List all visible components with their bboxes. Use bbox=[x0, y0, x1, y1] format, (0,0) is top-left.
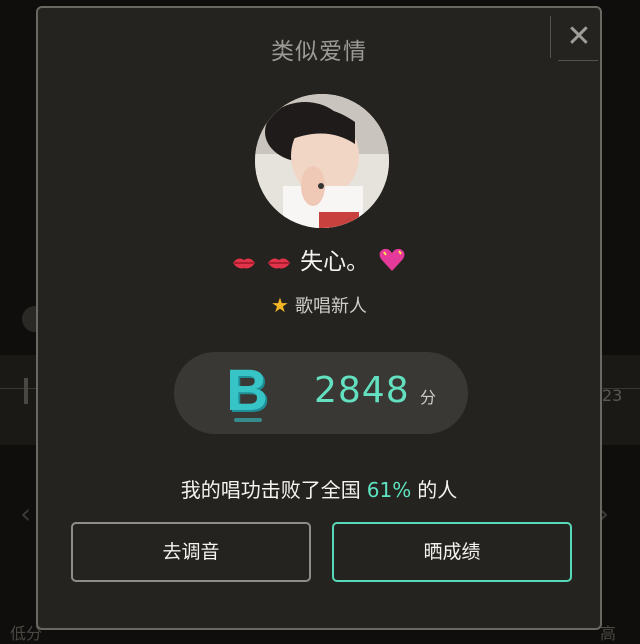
beat-result: 我的唱功击败了全国 61% 的人 bbox=[38, 474, 600, 503]
username-row: 失心。 bbox=[38, 242, 600, 279]
grade-badge: B B B bbox=[226, 358, 270, 425]
level-title: 歌唱新人 bbox=[294, 296, 367, 317]
svg-text:B: B bbox=[228, 360, 268, 423]
lips-icon bbox=[267, 250, 291, 276]
background-left-arrow-icon: ‹ bbox=[20, 497, 32, 530]
beat-percent: 61% bbox=[366, 478, 412, 502]
close-icon: ✕ bbox=[566, 19, 592, 54]
tune-button[interactable]: 去调音 bbox=[71, 522, 311, 582]
background-label-right: 高 bbox=[600, 624, 617, 643]
close-separator bbox=[550, 16, 551, 58]
username: 失心。 bbox=[300, 249, 370, 275]
beat-prefix: 我的唱功击败了全国 bbox=[180, 478, 361, 502]
score-value: 2848 bbox=[314, 370, 410, 411]
level-row: ★ 歌唱新人 bbox=[38, 292, 600, 318]
star-icon: ★ bbox=[271, 293, 289, 317]
close-button[interactable]: ✕ bbox=[560, 18, 598, 56]
score-panel: B B B 2848 分 bbox=[174, 352, 468, 434]
background-number: 23 bbox=[602, 386, 623, 405]
avatar[interactable] bbox=[255, 94, 389, 228]
score-unit: 分 bbox=[420, 388, 437, 407]
background-progress-marker bbox=[24, 378, 28, 404]
grade-b-icon: B B bbox=[226, 358, 270, 425]
avatar-photo bbox=[255, 94, 389, 228]
beat-suffix: 的人 bbox=[417, 478, 458, 502]
sparkling-heart-icon bbox=[378, 247, 406, 279]
lips-icon bbox=[232, 250, 256, 276]
share-score-button[interactable]: 晒成绩 bbox=[332, 522, 572, 582]
close-underline bbox=[558, 60, 598, 61]
score-dialog: 类似爱情 ✕ 失心。 ★ 歌唱新人 B B 2848 分 我的唱功击败了全国 6… bbox=[36, 6, 602, 630]
song-title: 类似爱情 bbox=[271, 39, 367, 65]
